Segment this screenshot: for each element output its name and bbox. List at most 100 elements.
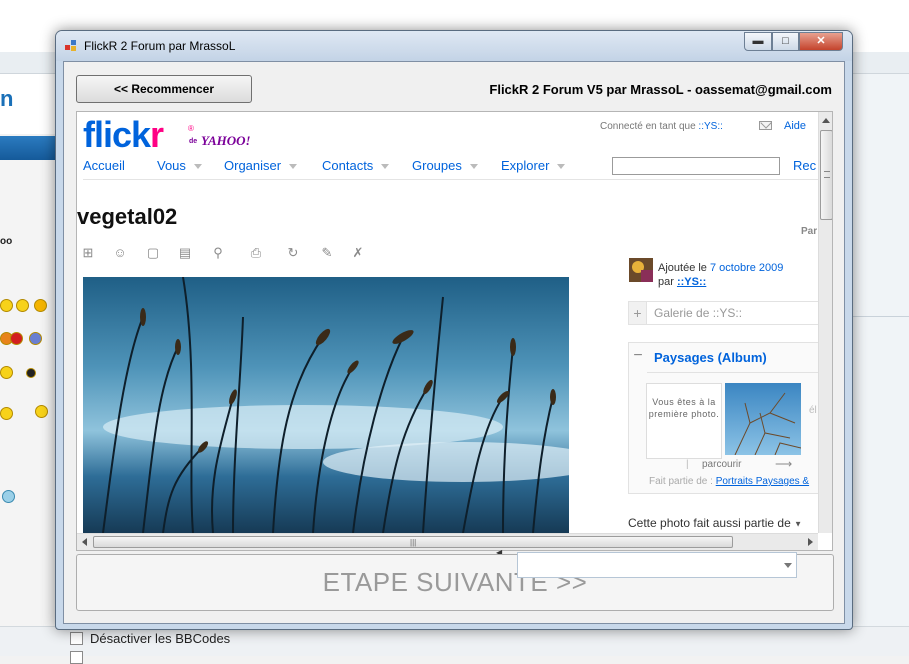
add-icon[interactable]: ⊞ (81, 246, 95, 260)
disable-bbcodes-label: Désactiver les BBCodes (90, 631, 231, 646)
background-divider (852, 316, 909, 317)
main-photo[interactable] (83, 277, 569, 533)
mail-icon[interactable] (759, 121, 772, 130)
added-by-prefix: par (658, 276, 674, 288)
chevron-down-icon[interactable] (193, 164, 202, 170)
background-header-letter: n (0, 86, 14, 111)
gallery-row[interactable]: + Galerie de ::YS:: (628, 301, 828, 325)
window-title: FlickR 2 Forum par MrassoL (84, 39, 236, 53)
app-icon (65, 40, 77, 52)
title-bar[interactable]: FlickR 2 Forum par MrassoL ▬ □ ✕ (56, 31, 852, 61)
also-part-of[interactable]: Cette photo fait aussi partie de ▼ (628, 516, 802, 530)
album-divider (647, 372, 827, 373)
people-icon[interactable]: ☺ (113, 246, 127, 260)
smiley-rolleyes-icon[interactable] (29, 332, 42, 345)
window-client-area: << Recommencer FlickR 2 Forum V5 par Mra… (63, 61, 845, 624)
album-next-hint: él (809, 405, 817, 416)
smiley-mad-icon[interactable] (10, 332, 23, 345)
grip-icon (824, 171, 830, 178)
nav-vous[interactable]: Vous (157, 158, 202, 173)
vertical-scroll-thumb[interactable] (820, 130, 832, 220)
nav-groupes[interactable]: Groupes (412, 158, 478, 173)
option-dropdown[interactable] (517, 552, 797, 578)
chevron-down-icon[interactable] (289, 164, 298, 170)
grip-icon: ||| (410, 538, 417, 547)
background-side-text: oo (0, 236, 13, 247)
disable-bbcodes-checkbox[interactable] (70, 632, 83, 645)
photo-title: vegetal02 (77, 204, 178, 229)
album-browse-link[interactable]: parcourir (702, 459, 741, 470)
yahoo-logo: YAHOO! (201, 133, 251, 148)
blog-icon[interactable]: ▤ (178, 246, 192, 260)
rotate-icon[interactable]: ↻ (286, 246, 300, 260)
scroll-up-icon[interactable] (822, 118, 830, 123)
album-first-photo-note: Vous êtes à la première photo. (646, 383, 722, 459)
connected-prefix: Connecté en tant que (600, 121, 696, 132)
connected-as: Connecté en tant que ::YS:: (600, 121, 723, 132)
album-title-link[interactable]: Paysages (Album) (654, 350, 767, 365)
nav-divider (83, 179, 823, 180)
added-date-link[interactable]: 7 octobre 2009 (710, 262, 783, 274)
smiley-arrow-icon[interactable] (34, 299, 47, 312)
photo-grass-image (83, 277, 569, 533)
smiley-icon[interactable] (35, 405, 48, 418)
scroll-right-icon[interactable] (808, 538, 813, 546)
chevron-down-icon[interactable] (469, 164, 478, 170)
smiley-icon[interactable] (0, 299, 13, 312)
nav-explorer[interactable]: Explorer (501, 158, 566, 173)
embedded-browser[interactable]: flickr ® de YAHOO! Connecté en tant que … (76, 111, 833, 551)
user-avatar[interactable] (629, 258, 653, 282)
chevron-down-icon[interactable] (557, 164, 566, 170)
scroll-left-icon[interactable] (82, 538, 87, 546)
maximize-button[interactable]: □ (772, 32, 799, 51)
added-prefix: Ajoutée le (658, 262, 707, 274)
gallery-label: Galerie de ::YS:: (654, 306, 743, 320)
logo-de: de (189, 138, 198, 145)
second-option-checkbox[interactable] (70, 651, 83, 664)
smiley-icon[interactable] (0, 366, 13, 379)
avatar-image (629, 258, 653, 282)
edit-icon[interactable]: ✎ (320, 246, 334, 260)
camera-smiley-icon[interactable] (2, 490, 15, 503)
album-part-prefix: Fait partie de : (649, 476, 713, 487)
added-info: Ajoutée le 7 octobre 2009 par ::YS:: (658, 261, 783, 289)
flickr2forum-window: FlickR 2 Forum par MrassoL ▬ □ ✕ << Reco… (55, 30, 853, 630)
chevron-down-icon[interactable] (381, 164, 390, 170)
close-button[interactable]: ✕ (799, 32, 843, 51)
print-icon[interactable]: ⎙ (249, 246, 263, 260)
search-input[interactable] (612, 157, 780, 175)
smiley-icon[interactable] (0, 407, 13, 420)
bomb-icon[interactable] (26, 368, 36, 378)
zoom-icon[interactable]: ⚲ (211, 246, 225, 260)
flickr-logo[interactable]: flickr (83, 114, 164, 156)
search-button[interactable]: Rec (793, 158, 816, 173)
thumbnail-image (725, 383, 801, 455)
header-credit: FlickR 2 Forum V5 par MrassoL - oassemat… (489, 82, 832, 97)
vertical-scrollbar[interactable] (818, 112, 832, 533)
smiley-idea-icon[interactable] (16, 299, 29, 312)
background-right-panel (852, 74, 909, 656)
album-tick-marks: | (686, 459, 689, 470)
owner-label: Par (801, 226, 818, 237)
horizontal-scroll-thumb[interactable]: ||| (93, 536, 733, 548)
nav-accueil[interactable]: Accueil (83, 158, 125, 173)
minimize-button[interactable]: ▬ (744, 32, 772, 51)
help-link[interactable]: Aide (784, 120, 806, 132)
arrow-right-icon[interactable]: ⟶ (775, 457, 792, 471)
plus-icon[interactable]: + (629, 302, 647, 324)
album-panel: − Paysages (Album) Vous êtes à la premiè… (628, 342, 828, 494)
minus-icon[interactable]: − (629, 343, 647, 371)
registered-mark: ® (188, 124, 194, 133)
horizontal-scrollbar[interactable]: ||| (77, 533, 818, 550)
restart-button[interactable]: << Recommencer (76, 75, 252, 103)
chevron-down-icon[interactable] (784, 563, 792, 568)
album-part-link[interactable]: Portraits Paysages & (716, 476, 809, 487)
delete-icon[interactable]: ✗ (351, 246, 365, 260)
note-icon[interactable]: ▢ (146, 246, 160, 260)
album-next-thumbnail[interactable] (725, 383, 801, 455)
caret-down-icon[interactable]: ▼ (794, 519, 802, 528)
nav-contacts[interactable]: Contacts (322, 158, 390, 173)
connected-user[interactable]: ::YS:: (698, 121, 722, 132)
nav-organiser[interactable]: Organiser (224, 158, 298, 173)
owner-link[interactable]: ::YS:: (677, 276, 706, 288)
